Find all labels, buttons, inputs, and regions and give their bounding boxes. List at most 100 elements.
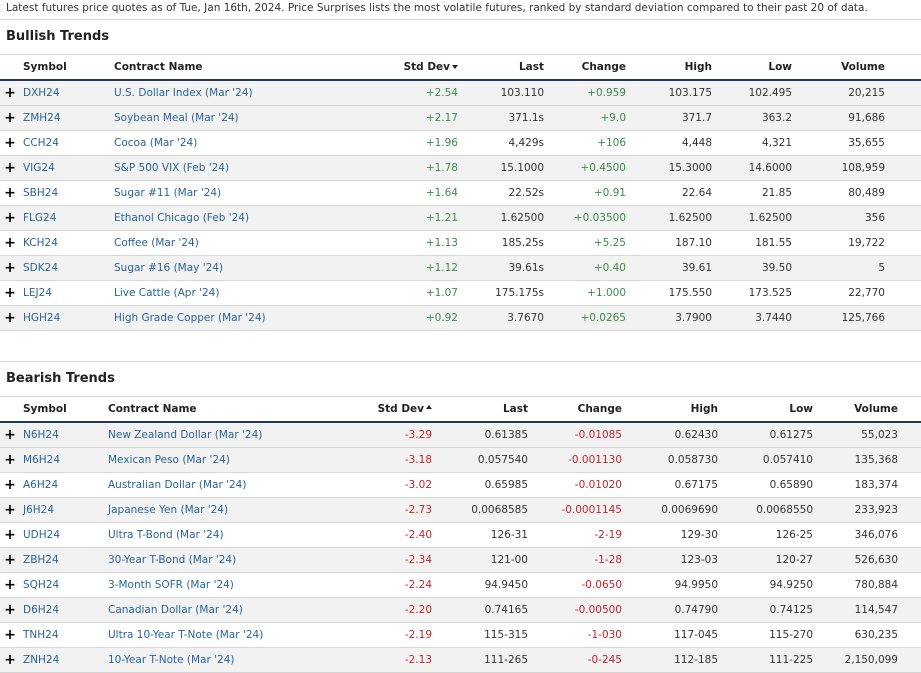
plus-icon[interactable]: +: [1, 627, 19, 643]
table-row[interactable]: + HGH24 High Grade Copper (Mar '24) +0.92 3.…: [0, 305, 921, 331]
table-row[interactable]: + D6H24 Canadian Dollar (Mar '24) -2.20 0.74…: [0, 597, 921, 623]
expand-button[interactable]: +: [0, 647, 23, 673]
symbol-link[interactable]: CCH24: [23, 130, 114, 156]
plus-icon[interactable]: +: [1, 427, 19, 443]
table-row[interactable]: + DXH24 U.S. Dollar Index (Mar '24) +2.54 10…: [0, 80, 921, 106]
column-header-last[interactable]: Last: [432, 397, 528, 423]
plus-icon[interactable]: +: [1, 135, 19, 151]
plus-icon[interactable]: +: [1, 310, 19, 326]
table-row[interactable]: + J6H24 Japanese Yen (Mar '24) -2.73 0.00685…: [0, 497, 921, 523]
expand-button[interactable]: +: [0, 155, 23, 181]
expand-button[interactable]: +: [0, 447, 23, 473]
table-row[interactable]: + SQH24 3-Month SOFR (Mar '24) -2.24 94.9450…: [0, 572, 921, 598]
plus-icon[interactable]: +: [1, 552, 19, 568]
plus-icon[interactable]: +: [1, 160, 19, 176]
contract-name-link[interactable]: 3-Month SOFR (Mar '24): [108, 572, 308, 598]
contract-name-link[interactable]: S&P 500 VIX (Feb '24): [114, 155, 334, 181]
symbol-link[interactable]: KCH24: [23, 230, 114, 256]
contract-name-link[interactable]: Canadian Dollar (Mar '24): [108, 597, 308, 623]
table-row[interactable]: + A6H24 Australian Dollar (Mar '24) -3.02 0.…: [0, 472, 921, 498]
column-header-high[interactable]: High: [622, 397, 718, 423]
contract-name-link[interactable]: Ultra 10-Year T-Note (Mar '24): [108, 622, 308, 648]
contract-name-link[interactable]: Australian Dollar (Mar '24): [108, 472, 308, 498]
plus-icon[interactable]: +: [1, 210, 19, 226]
symbol-link[interactable]: SQH24: [23, 572, 108, 598]
column-header-std-dev[interactable]: Std Dev: [334, 55, 458, 81]
contract-name-link[interactable]: Japanese Yen (Mar '24): [108, 497, 308, 523]
symbol-link[interactable]: M6H24: [23, 447, 108, 473]
symbol-link[interactable]: ZMH24: [23, 105, 114, 131]
plus-icon[interactable]: +: [1, 85, 19, 101]
table-row[interactable]: + ZBH24 30-Year T-Bond (Mar '24) -2.34 121-0…: [0, 547, 921, 573]
table-row[interactable]: + N6H24 New Zealand Dollar (Mar '24) -3.29 0…: [0, 422, 921, 448]
expand-button[interactable]: +: [0, 305, 23, 331]
column-header-high[interactable]: High: [626, 55, 712, 81]
expand-button[interactable]: +: [0, 280, 23, 306]
symbol-link[interactable]: VIG24: [23, 155, 114, 181]
column-header-symbol[interactable]: Symbol: [23, 55, 114, 81]
plus-icon[interactable]: +: [1, 235, 19, 251]
symbol-link[interactable]: N6H24: [23, 422, 108, 448]
table-row[interactable]: + LEJ24 Live Cattle (Apr '24) +1.07 175.175s…: [0, 280, 921, 306]
column-header-low[interactable]: Low: [712, 55, 792, 81]
expand-button[interactable]: +: [0, 80, 23, 106]
contract-name-link[interactable]: U.S. Dollar Index (Mar '24): [114, 80, 334, 106]
contract-name-link[interactable]: Sugar #16 (May '24): [114, 255, 334, 281]
contract-name-link[interactable]: Live Cattle (Apr '24): [114, 280, 334, 306]
expand-button[interactable]: +: [0, 572, 23, 598]
contract-name-link[interactable]: High Grade Copper (Mar '24): [114, 305, 334, 331]
contract-name-link[interactable]: Cocoa (Mar '24): [114, 130, 334, 156]
table-row[interactable]: + M6H24 Mexican Peso (Mar '24) -3.18 0.05754…: [0, 447, 921, 473]
column-header-volume[interactable]: Volume: [813, 397, 898, 423]
column-header-std-dev[interactable]: Std Dev: [308, 397, 432, 423]
plus-icon[interactable]: +: [1, 502, 19, 518]
plus-icon[interactable]: +: [1, 477, 19, 493]
expand-button[interactable]: +: [0, 180, 23, 206]
symbol-link[interactable]: SBH24: [23, 180, 114, 206]
expand-button[interactable]: +: [0, 105, 23, 131]
column-header-contract-name[interactable]: Contract Name: [108, 397, 308, 423]
contract-name-link[interactable]: Coffee (Mar '24): [114, 230, 334, 256]
column-header-change[interactable]: Change: [544, 55, 626, 81]
symbol-link[interactable]: D6H24: [23, 597, 108, 623]
table-row[interactable]: + FLG24 Ethanol Chicago (Feb '24) +1.21 1.62…: [0, 205, 921, 231]
expand-button[interactable]: +: [0, 522, 23, 548]
contract-name-link[interactable]: New Zealand Dollar (Mar '24): [108, 422, 308, 448]
contract-name-link[interactable]: Sugar #11 (Mar '24): [114, 180, 334, 206]
plus-icon[interactable]: +: [1, 577, 19, 593]
symbol-link[interactable]: DXH24: [23, 80, 114, 106]
table-row[interactable]: + CCH24 Cocoa (Mar '24) +1.96 4,429s +106 4,44…: [0, 130, 921, 156]
table-row[interactable]: + ZNH24 10-Year T-Note (Mar '24) -2.13 111-2…: [0, 647, 921, 673]
expand-button[interactable]: +: [0, 472, 23, 498]
plus-icon[interactable]: +: [1, 602, 19, 618]
expand-button[interactable]: +: [0, 622, 23, 648]
table-row[interactable]: + KCH24 Coffee (Mar '24) +1.13 185.25s +5.25 1…: [0, 230, 921, 256]
table-row[interactable]: + VIG24 S&P 500 VIX (Feb '24) +1.78 15.1000 +…: [0, 155, 921, 181]
plus-icon[interactable]: +: [1, 285, 19, 301]
plus-icon[interactable]: +: [1, 452, 19, 468]
table-row[interactable]: + SDK24 Sugar #16 (May '24) +1.12 39.61s +0.4…: [0, 255, 921, 281]
plus-icon[interactable]: +: [1, 185, 19, 201]
contract-name-link[interactable]: 10-Year T-Note (Mar '24): [108, 647, 308, 673]
symbol-link[interactable]: SDK24: [23, 255, 114, 281]
contract-name-link[interactable]: 30-Year T-Bond (Mar '24): [108, 547, 308, 573]
symbol-link[interactable]: A6H24: [23, 472, 108, 498]
expand-button[interactable]: +: [0, 597, 23, 623]
expand-button[interactable]: +: [0, 130, 23, 156]
plus-icon[interactable]: +: [1, 652, 19, 668]
symbol-link[interactable]: J6H24: [23, 497, 108, 523]
table-row[interactable]: + TNH24 Ultra 10-Year T-Note (Mar '24) -2.1…: [0, 622, 921, 648]
expand-button[interactable]: +: [0, 547, 23, 573]
table-row[interactable]: + SBH24 Sugar #11 (Mar '24) +1.64 22.52s +0.9…: [0, 180, 921, 206]
expand-button[interactable]: +: [0, 205, 23, 231]
column-header-volume[interactable]: Volume: [792, 55, 885, 81]
plus-icon[interactable]: +: [1, 527, 19, 543]
symbol-link[interactable]: LEJ24: [23, 280, 114, 306]
symbol-link[interactable]: HGH24: [23, 305, 114, 331]
table-row[interactable]: + ZMH24 Soybean Meal (Mar '24) +2.17 371.1s +…: [0, 105, 921, 131]
column-header-low[interactable]: Low: [718, 397, 813, 423]
column-header-symbol[interactable]: Symbol: [23, 397, 108, 423]
table-row[interactable]: + UDH24 Ultra T-Bond (Mar '24) -2.40 126-31-…: [0, 522, 921, 548]
contract-name-link[interactable]: Ethanol Chicago (Feb '24): [114, 205, 334, 231]
symbol-link[interactable]: ZBH24: [23, 547, 108, 573]
